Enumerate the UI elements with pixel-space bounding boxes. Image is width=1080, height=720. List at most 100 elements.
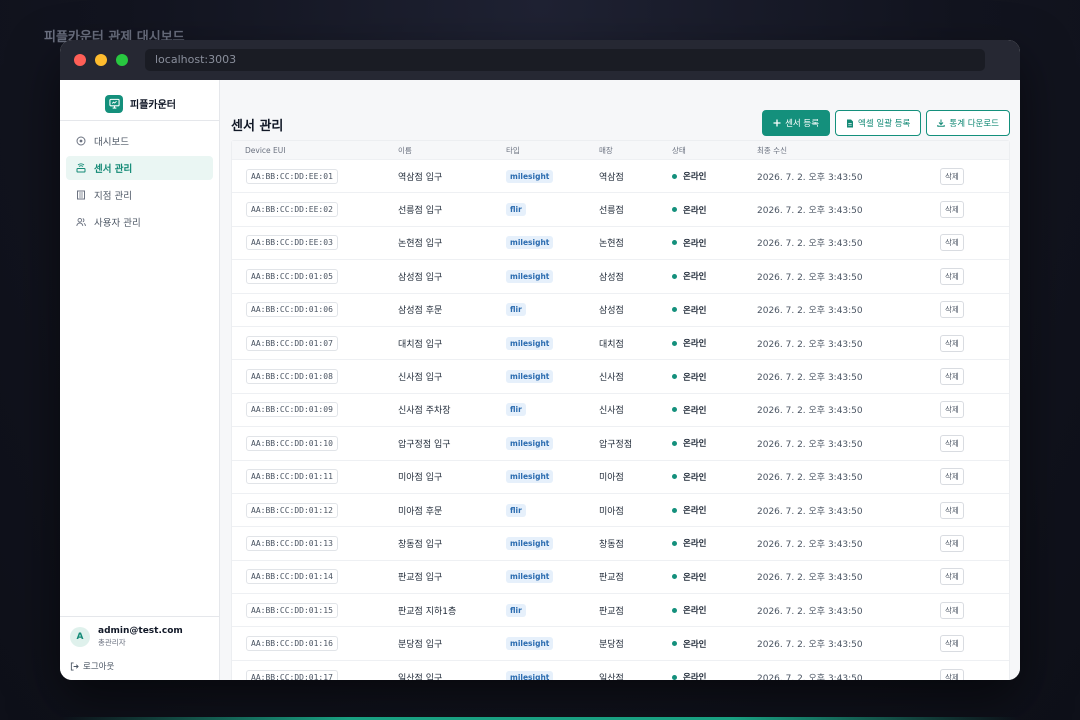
status-badge: 온라인 bbox=[672, 237, 757, 249]
status-label: 온라인 bbox=[683, 639, 707, 650]
delete-button[interactable]: 삭제 bbox=[940, 267, 964, 285]
main-content: 센서 관리 센서 등록 엑셀 일괄 등록 통계 다운로드 Device EUI … bbox=[220, 80, 1020, 680]
sensor-type-tag: milesight bbox=[506, 536, 554, 550]
table-row[interactable]: AA:BB:CC:DD:EE:02 선릉점 입구 flir 선릉점 온라인 20… bbox=[232, 192, 1009, 225]
sensor-name: 판교점 지하1층 bbox=[398, 606, 457, 617]
app-shell: 피플카운터 대시보드 센서 관리 지점 관리 사용자 관리 A admin@te… bbox=[60, 80, 1020, 680]
table-row[interactable]: AA:BB:CC:DD:EE:01 역삼점 입구 milesight 역삼점 온… bbox=[232, 159, 1009, 192]
delete-button[interactable]: 삭제 bbox=[940, 601, 964, 619]
status-label: 온라인 bbox=[683, 405, 707, 416]
last-received-time: 2026. 7. 2. 오후 3:43:50 bbox=[757, 172, 863, 183]
delete-button[interactable]: 삭제 bbox=[940, 534, 964, 552]
excel-upload-button[interactable]: 엑셀 일괄 등록 bbox=[835, 110, 922, 136]
online-dot-icon bbox=[672, 273, 677, 279]
sensor-type-tag: flir bbox=[506, 203, 526, 217]
sensor-name: 판교점 입구 bbox=[398, 573, 443, 584]
sensor-type-tag: flir bbox=[506, 603, 526, 617]
delete-button[interactable]: 삭제 bbox=[940, 501, 964, 519]
delete-button[interactable]: 삭제 bbox=[940, 201, 964, 219]
sidebar-item-stores[interactable]: 지점 관리 bbox=[66, 183, 213, 207]
online-dot-icon bbox=[672, 307, 677, 313]
sidebar-item-label: 지점 관리 bbox=[94, 191, 132, 202]
table-row[interactable]: AA:BB:CC:DD:01:11 미아점 입구 milesight 미아점 온… bbox=[232, 459, 1009, 493]
status-label: 온라인 bbox=[683, 606, 707, 617]
sidebar-nav: 대시보드 센서 관리 지점 관리 사용자 관리 bbox=[60, 121, 219, 234]
table-row[interactable]: AA:BB:CC:DD:01:14 판교점 입구 milesight 판교점 온… bbox=[232, 559, 1009, 593]
column-header-status[interactable]: 상태 bbox=[672, 145, 757, 156]
delete-button[interactable]: 삭제 bbox=[940, 368, 964, 386]
column-header-last-received[interactable]: 최종 수신 bbox=[757, 145, 940, 156]
delete-button[interactable]: 삭제 bbox=[940, 167, 964, 185]
online-dot-icon bbox=[672, 641, 677, 647]
last-received-time: 2026. 7. 2. 오후 3:43:50 bbox=[757, 306, 863, 317]
table-row[interactable]: AA:BB:CC:DD:01:17 일산점 입구 milesight 일산점 온… bbox=[232, 659, 1009, 680]
download-stats-button[interactable]: 통계 다운로드 bbox=[926, 110, 1010, 136]
add-sensor-button[interactable]: 센서 등록 bbox=[762, 110, 831, 136]
sensor-type-tag: milesight bbox=[506, 470, 554, 484]
column-header-eui[interactable]: Device EUI bbox=[232, 146, 398, 155]
delete-button[interactable]: 삭제 bbox=[940, 668, 964, 680]
delete-button[interactable]: 삭제 bbox=[940, 635, 964, 653]
sensor-name: 논현점 입구 bbox=[398, 239, 443, 250]
sidebar: 피플카운터 대시보드 센서 관리 지점 관리 사용자 관리 A admin@te… bbox=[60, 80, 220, 680]
delete-button[interactable]: 삭제 bbox=[940, 301, 964, 319]
status-badge: 온라인 bbox=[672, 604, 757, 616]
delete-button[interactable]: 삭제 bbox=[940, 334, 964, 352]
browser-window: localhost:3003 피플카운터 대시보드 센서 관리 지점 관리 사용… bbox=[60, 40, 1020, 680]
sensor-type-tag: milesight bbox=[506, 436, 554, 450]
download-icon bbox=[937, 119, 946, 127]
last-received-time: 2026. 7. 2. 오후 3:43:50 bbox=[757, 640, 863, 651]
table-row[interactable]: AA:BB:CC:DD:01:16 분당점 입구 milesight 분당점 온… bbox=[232, 626, 1009, 659]
status-badge: 온라인 bbox=[672, 337, 757, 349]
table-row[interactable]: AA:BB:CC:DD:01:12 미아점 후문 flir 미아점 온라인 20… bbox=[232, 492, 1009, 526]
dashboard-icon bbox=[75, 135, 87, 147]
delete-button[interactable]: 삭제 bbox=[940, 401, 964, 419]
delete-button[interactable]: 삭제 bbox=[940, 434, 964, 452]
sensor-name: 분당점 입구 bbox=[398, 640, 443, 651]
close-window-button[interactable] bbox=[74, 54, 86, 66]
logout-label: 로그아웃 bbox=[83, 662, 115, 672]
address-bar[interactable]: localhost:3003 bbox=[145, 49, 985, 71]
sidebar-item-dashboard[interactable]: 대시보드 bbox=[66, 129, 213, 153]
table-row[interactable]: AA:BB:CC:DD:01:13 창동점 입구 milesight 창동점 온… bbox=[232, 526, 1009, 559]
brand[interactable]: 피플카운터 bbox=[60, 80, 219, 118]
sensor-type-tag: milesight bbox=[506, 670, 554, 680]
column-header-type[interactable]: 타입 bbox=[506, 145, 599, 156]
table-body: AA:BB:CC:DD:EE:01 역삼점 입구 milesight 역삼점 온… bbox=[232, 159, 1009, 680]
sensor-type-tag: milesight bbox=[506, 169, 554, 183]
table-row[interactable]: AA:BB:CC:DD:01:15 판교점 지하1층 flir 판교점 온라인 … bbox=[232, 593, 1009, 626]
delete-button[interactable]: 삭제 bbox=[940, 568, 964, 586]
page-title: 센서 관리 bbox=[231, 119, 284, 134]
last-received-time: 2026. 7. 2. 오후 3:43:50 bbox=[757, 573, 863, 584]
device-eui: AA:BB:CC:DD:01:06 bbox=[246, 302, 338, 318]
logout-button[interactable]: 로그아웃 bbox=[70, 660, 219, 672]
table-row[interactable]: AA:BB:CC:DD:01:08 신사점 입구 milesight 신사점 온… bbox=[232, 359, 1009, 392]
sidebar-item-users[interactable]: 사용자 관리 bbox=[66, 210, 213, 234]
sensor-type-tag: milesight bbox=[506, 336, 554, 350]
last-received-time: 2026. 7. 2. 오후 3:43:50 bbox=[757, 539, 863, 550]
delete-button[interactable]: 삭제 bbox=[940, 234, 964, 252]
last-received-time: 2026. 7. 2. 오후 3:43:50 bbox=[757, 606, 863, 617]
table-row[interactable]: AA:BB:CC:DD:EE:03 논현점 입구 milesight 논현점 온… bbox=[232, 225, 1009, 259]
brand-name: 피플카운터 bbox=[130, 100, 176, 111]
table-row[interactable]: AA:BB:CC:DD:01:06 삼성점 후문 flir 삼성점 온라인 20… bbox=[232, 292, 1009, 326]
status-label: 온라인 bbox=[683, 172, 707, 183]
status-label: 온라인 bbox=[683, 673, 707, 680]
sensor-name: 미아점 입구 bbox=[398, 473, 443, 484]
table-row[interactable]: AA:BB:CC:DD:01:10 압구정점 입구 milesight 압구정점… bbox=[232, 426, 1009, 459]
table-row[interactable]: AA:BB:CC:DD:01:07 대치점 입구 milesight 대치점 온… bbox=[232, 325, 1009, 359]
maximize-window-button[interactable] bbox=[116, 54, 128, 66]
status-label: 온라인 bbox=[683, 506, 707, 517]
column-header-store[interactable]: 매장 bbox=[599, 145, 672, 156]
sensor-name: 일산점 입구 bbox=[398, 673, 443, 680]
table-row[interactable]: AA:BB:CC:DD:01:05 삼성점 입구 milesight 삼성점 온… bbox=[232, 259, 1009, 292]
minimize-window-button[interactable] bbox=[95, 54, 107, 66]
device-eui: AA:BB:CC:DD:01:11 bbox=[246, 469, 338, 485]
sidebar-item-sensors[interactable]: 센서 관리 bbox=[66, 156, 213, 180]
delete-button[interactable]: 삭제 bbox=[940, 468, 964, 486]
column-header-name[interactable]: 이름 bbox=[398, 145, 506, 156]
status-label: 온라인 bbox=[683, 472, 707, 483]
status-label: 온라인 bbox=[683, 305, 707, 316]
user-role: 총관리자 bbox=[98, 638, 126, 647]
table-row[interactable]: AA:BB:CC:DD:01:09 신사점 주차장 flir 신사점 온라인 2… bbox=[232, 392, 1009, 426]
